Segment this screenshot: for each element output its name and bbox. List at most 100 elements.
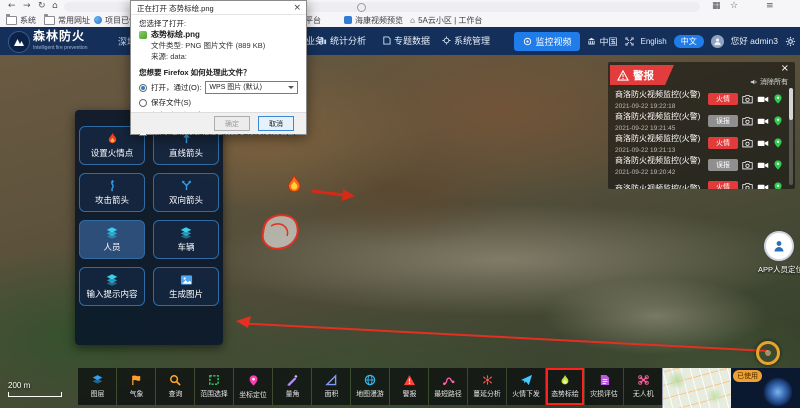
alert-row[interactable]: 商洛防火视频监控(火警)2021-09-22 19:22:18 火情 — [608, 88, 787, 110]
monitor-video-button[interactable]: 监控视频 — [514, 32, 580, 51]
locator-circle[interactable] — [764, 231, 794, 261]
radio-open-with[interactable] — [139, 84, 147, 92]
bookmark-folder-common[interactable]: 常用网址 — [44, 14, 90, 26]
avatar[interactable] — [711, 35, 724, 48]
toolbar-damage-assessment[interactable]: 灾损评估 — [585, 368, 623, 405]
camera-icon[interactable] — [742, 116, 753, 126]
video-camera-icon[interactable] — [757, 182, 769, 189]
person-icon — [772, 239, 786, 253]
video-camera-icon[interactable] — [757, 160, 769, 170]
alert-row[interactable]: 商洛防火视频监控(火警)2021-09-22 19:21:45 误报 — [608, 110, 787, 132]
toolbar-search[interactable]: 查询 — [156, 368, 194, 405]
bookmark-folder-system[interactable]: 系统 — [6, 14, 36, 26]
alert-row-time: 2021-09-22 19:22:18 — [615, 103, 675, 110]
toolbar-label: 地图漫游 — [356, 388, 384, 398]
spread-icon — [481, 374, 494, 386]
lang-chinese[interactable]: 中文 — [674, 35, 704, 48]
bookmark-item[interactable]: 海康视频预览 — [344, 14, 403, 26]
location-pin-icon[interactable] — [773, 137, 783, 149]
radio-save-file[interactable] — [139, 99, 147, 107]
toolbar-range-select[interactable]: 范围选择 — [195, 368, 233, 405]
bookmark-item[interactable]: ⌂5A云小区 | 工作台 — [410, 14, 482, 26]
toolbar-area-measure[interactable]: 面积 — [312, 368, 350, 405]
camera-icon[interactable] — [742, 160, 753, 170]
nav-item-thematic-data[interactable]: 专题数据 — [382, 34, 430, 47]
option-save-file[interactable]: 保存文件(S) — [139, 98, 298, 107]
country-selector[interactable]: 中国 — [587, 35, 617, 48]
toolbar-map-roam[interactable]: 地图漫游 — [351, 368, 389, 405]
tool-attack-arrow[interactable]: 攻击箭头 — [79, 173, 145, 212]
toolbar-layers[interactable]: 图层 — [78, 368, 116, 405]
back-icon[interactable]: ← — [8, 0, 16, 13]
alert-close-icon[interactable]: × — [781, 63, 789, 74]
long-red-arrow-line — [244, 324, 768, 352]
toolbar-spread-analysis[interactable]: 蔓延分析 — [468, 368, 506, 405]
scrollbar-thumb[interactable] — [789, 88, 793, 120]
location-pin-icon[interactable] — [773, 159, 783, 171]
video-camera-icon[interactable] — [757, 138, 769, 148]
fullscreen-icon[interactable] — [625, 37, 634, 46]
video-camera-icon[interactable] — [757, 94, 769, 104]
toolbar-coordinate-locate[interactable]: 坐标定位 — [234, 368, 272, 405]
alert-row[interactable]: 商洛防火视频监控(火警)2021-09-22 19:20:42 误报 — [608, 154, 787, 176]
clear-all-button[interactable]: 消除所有 — [750, 77, 788, 87]
location-pin-icon[interactable] — [773, 93, 783, 105]
tool-vehicle[interactable]: 车辆 — [153, 220, 219, 259]
toolbar-fire-dispatch[interactable]: 火情下发 — [507, 368, 545, 405]
cancel-button[interactable]: 取消 — [258, 116, 294, 131]
tool-double-arrow[interactable]: 双向箭头 — [153, 173, 219, 212]
toolbar-weather[interactable]: 气象 — [117, 368, 155, 405]
tool-label: 车辆 — [177, 241, 194, 253]
file-source-row: 来源: data: — [151, 52, 298, 61]
option-open-with[interactable]: 打开，通过(O): WPS 图片 (默认) — [139, 81, 298, 94]
dialog-titlebar[interactable]: 正在打开 态势标绘.png × — [131, 1, 306, 15]
false-alarm-tag-button[interactable]: 误报 — [708, 115, 738, 127]
site-info-icon[interactable] — [357, 3, 366, 12]
minimap[interactable] — [662, 368, 732, 408]
tool-personnel[interactable]: 人员 — [79, 220, 145, 259]
pencil-ruler-icon — [286, 374, 298, 386]
toolbar-situation-plot[interactable]: 态势标绘 — [546, 368, 584, 405]
folder-icon — [44, 16, 55, 25]
open-with-select[interactable]: WPS 图片 (默认) — [205, 81, 298, 94]
toolbar-label: 坐标定位 — [239, 389, 267, 399]
menu-icon[interactable]: ≡ — [766, 0, 774, 13]
reload-icon[interactable]: ↻ — [38, 0, 46, 13]
app-personnel-locator[interactable]: APP人员定位 — [758, 231, 800, 275]
toolbar-drone[interactable]: 无人机 — [624, 368, 662, 405]
bookmark-star-icon[interactable]: ☆ — [730, 0, 738, 13]
toolbar-shortest-path[interactable]: 最短路径 — [429, 368, 467, 405]
extensions-icon[interactable]: ▦ — [712, 0, 721, 13]
home-icon[interactable]: ⌂ — [52, 0, 58, 13]
map-canvas[interactable]: 设置火情点 直线箭头 攻击箭头 双向箭头 人员 车辆 — [0, 55, 800, 408]
compass-locate-icon[interactable] — [756, 341, 780, 365]
alert-scrollbar[interactable] — [789, 88, 793, 185]
file-source-value: data: — [170, 52, 187, 61]
nav-item-system-management[interactable]: 系统管理 — [442, 34, 490, 47]
camera-icon[interactable] — [742, 94, 753, 104]
dialog-close-icon[interactable]: × — [293, 3, 301, 13]
false-alarm-tag-button[interactable]: 误报 — [708, 159, 738, 171]
forward-icon[interactable]: → — [23, 0, 31, 13]
toolbar-angle-measure[interactable]: 量角 — [273, 368, 311, 405]
tool-input-hint[interactable]: 输入提示内容 — [79, 267, 145, 306]
video-camera-icon[interactable] — [757, 116, 769, 126]
camera-icon[interactable] — [742, 182, 753, 189]
location-pin-icon[interactable] — [773, 115, 783, 127]
nav-item-statistics[interactable]: 统计分析 — [318, 34, 366, 47]
earth-view-tile[interactable]: 已使用 — [731, 368, 800, 408]
alert-row[interactable]: 商洛防火视频监控(火警) 火情 — [608, 176, 787, 189]
bookmarks-bar: 系统 常用网址 项目已修表 - 神画 智慧社区平台 海康视频预览 ⌂5A云小区 … — [0, 13, 800, 27]
toolbar-alarm[interactable]: 警报 — [390, 368, 428, 405]
ok-button[interactable]: 确定 — [214, 116, 250, 131]
lang-english[interactable]: English — [641, 37, 667, 46]
fire-tag-button[interactable]: 火情 — [708, 93, 738, 105]
alert-row[interactable]: 商洛防火视频监控(火警)2021-09-22 19:21:13 火情 — [608, 132, 787, 154]
location-pin-icon[interactable] — [773, 181, 783, 189]
camera-icon[interactable] — [742, 138, 753, 148]
tool-generate-image[interactable]: 生成图片 — [153, 267, 219, 306]
file-type-value: PNG 图片文件 (889 KB) — [185, 41, 265, 50]
settings-gear-icon[interactable] — [785, 36, 796, 47]
fire-tag-button[interactable]: 火情 — [708, 181, 738, 189]
fire-tag-button[interactable]: 火情 — [708, 137, 738, 149]
